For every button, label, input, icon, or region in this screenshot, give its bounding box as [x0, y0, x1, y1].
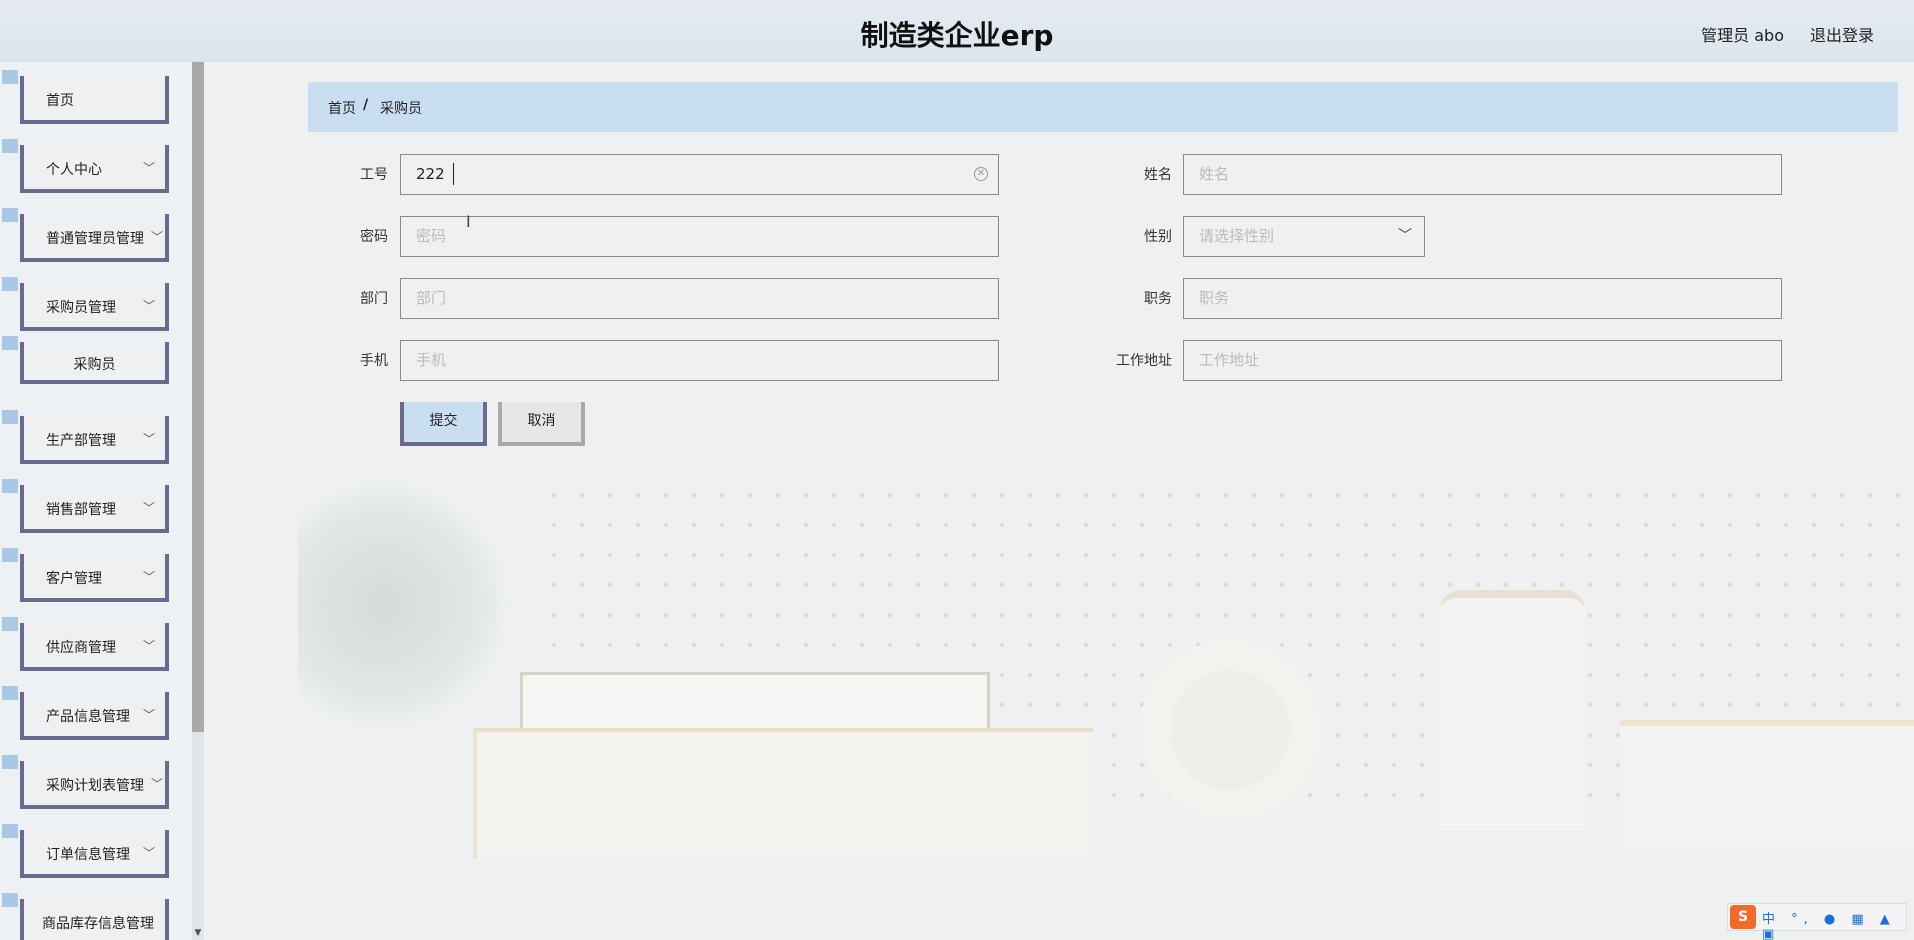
sidebar-item-customer-management[interactable]: 客户管理 ﹀ — [2, 548, 169, 602]
chevron-down-icon: ﹀ — [142, 639, 155, 653]
sidebar-item-sales-management[interactable]: 销售部管理 ﹀ — [2, 479, 169, 533]
sidebar-item-personal-center[interactable]: 个人中心 ﹀ — [2, 139, 169, 193]
sidebar-item-label: 生产部管理 — [46, 433, 116, 449]
chevron-down-icon: ﹀ — [142, 846, 155, 860]
position-placeholder: 职务 — [1199, 289, 1230, 307]
gender-placeholder: 请选择性别 — [1199, 227, 1275, 245]
sogou-logo-icon: S — [1730, 905, 1756, 929]
sidebar-item-label: 订单信息管理 — [46, 847, 130, 863]
app-header: 制造类企业erp 管理员 abo 退出登录 — [0, 0, 1914, 62]
sidebar-item-production-management[interactable]: 生产部管理 ﹀ — [2, 410, 169, 464]
sidebar-item-purchase-plan-management[interactable]: 采购计划表管理 ﹀ — [2, 755, 169, 809]
gender-select[interactable]: 请选择性别 ﹀ — [1183, 216, 1425, 257]
name-input[interactable]: 姓名 — [1183, 154, 1782, 195]
background-block-image — [1620, 720, 1914, 850]
background-box-image — [473, 728, 1093, 858]
submit-button[interactable]: 提交 — [400, 402, 487, 446]
phone-input[interactable]: 手机 — [400, 340, 999, 381]
mouse-ibeam-cursor-icon: I — [466, 212, 471, 231]
breadcrumb-separator: / — [363, 97, 369, 113]
position-label: 职务 — [1144, 291, 1172, 307]
background-tray-image — [520, 672, 990, 732]
sidebar-item-label: 采购员管理 — [46, 300, 116, 316]
sidebar-item-order-info-management[interactable]: 订单信息管理 ﹀ — [2, 824, 169, 878]
sidebar-item-label: 首页 — [46, 93, 74, 109]
work-address-placeholder: 工作地址 — [1199, 351, 1260, 369]
logout-link[interactable]: 退出登录 — [1810, 22, 1874, 46]
sidebar-subitem-purchaser[interactable]: 采购员 — [2, 336, 169, 384]
chevron-down-icon: ﹀ — [142, 161, 155, 175]
app-title: 制造类企业erp — [860, 19, 1054, 52]
sidebar-scrollbar[interactable]: ▼ — [192, 62, 204, 940]
chevron-down-icon: ﹀ — [150, 230, 163, 244]
sidebar-item-label: 产品信息管理 — [46, 709, 130, 725]
chevron-down-icon: ﹀ — [150, 777, 163, 791]
sidebar-item-label: 商品库存信息管理 — [42, 916, 154, 932]
gender-label: 性别 — [1144, 229, 1172, 245]
clear-icon[interactable]: ✕ — [974, 167, 988, 181]
breadcrumb: 首页 / 采购员 — [308, 82, 1898, 132]
sidebar-item-label: 普通管理员管理 — [46, 231, 144, 247]
chevron-down-icon: ﹀ — [142, 432, 155, 446]
ime-chinese-label: 中 — [1762, 912, 1782, 927]
position-input[interactable]: 职务 — [1183, 278, 1782, 319]
phone-label: 手机 — [360, 353, 388, 369]
scroll-down-arrow-icon[interactable]: ▼ — [192, 926, 204, 940]
background-cylinder-image — [1440, 590, 1585, 830]
sidebar-item-label: 个人中心 — [46, 162, 102, 178]
text-caret — [453, 163, 454, 185]
sidebar-item-label: 销售部管理 — [46, 502, 116, 518]
department-input[interactable]: 部门 — [400, 278, 999, 319]
chevron-down-icon: ﹀ — [1398, 228, 1412, 244]
employee-id-label: 工号 — [360, 167, 388, 183]
password-label: 密码 — [360, 229, 388, 245]
department-placeholder: 部门 — [416, 289, 447, 307]
sidebar-item-home[interactable]: 首页 — [2, 70, 169, 124]
name-placeholder: 姓名 — [1199, 165, 1230, 183]
current-user: 管理员 abo — [1701, 26, 1784, 45]
password-placeholder: 密码 — [416, 227, 447, 245]
background-tape-image — [1140, 640, 1320, 820]
cancel-button[interactable]: 取消 — [498, 402, 585, 446]
work-address-label: 工作地址 — [1116, 353, 1172, 369]
breadcrumb-home[interactable]: 首页 — [328, 98, 356, 118]
password-input[interactable]: 密码 — [400, 216, 999, 257]
work-address-input[interactable]: 工作地址 — [1183, 340, 1782, 381]
ime-toolbar[interactable]: S 中 °, ● ▦ ▲ ▣ — [1727, 903, 1907, 940]
background-plant-image — [298, 480, 510, 730]
sidebar-item-label: 客户管理 — [46, 571, 102, 587]
sidebar-item-purchaser-management[interactable]: 采购员管理 ﹀ — [2, 277, 169, 331]
name-label: 姓名 — [1144, 167, 1172, 183]
sidebar: 首页 个人中心 ﹀ 普通管理员管理 ﹀ 采购员管理 ﹀ 采购员 生产部管理 ﹀ … — [0, 62, 205, 940]
sidebar-item-product-info-management[interactable]: 产品信息管理 ﹀ — [2, 686, 169, 740]
sidebar-item-label: 采购员 — [73, 357, 116, 373]
employee-id-value: 222 — [416, 165, 445, 183]
sidebar-item-supplier-management[interactable]: 供应商管理 ﹀ — [2, 617, 169, 671]
scrollbar-thumb[interactable] — [192, 62, 204, 732]
chevron-down-icon: ﹀ — [142, 708, 155, 722]
sidebar-item-inventory-management[interactable]: 商品库存信息管理 — [2, 893, 169, 940]
department-label: 部门 — [360, 291, 388, 307]
sidebar-item-label: 供应商管理 — [46, 640, 116, 656]
phone-placeholder: 手机 — [416, 351, 447, 369]
chevron-down-icon: ﹀ — [142, 501, 155, 515]
sidebar-item-admin-management[interactable]: 普通管理员管理 ﹀ — [2, 208, 169, 262]
sidebar-item-label: 采购计划表管理 — [46, 778, 144, 794]
ime-mode[interactable]: 中 °, ● ▦ ▲ ▣ — [1762, 908, 1906, 940]
chevron-down-icon: ﹀ — [142, 299, 155, 313]
employee-id-input[interactable]: 222 ✕ — [400, 154, 999, 195]
chevron-down-icon: ﹀ — [142, 570, 155, 584]
breadcrumb-current: 采购员 — [380, 101, 422, 117]
